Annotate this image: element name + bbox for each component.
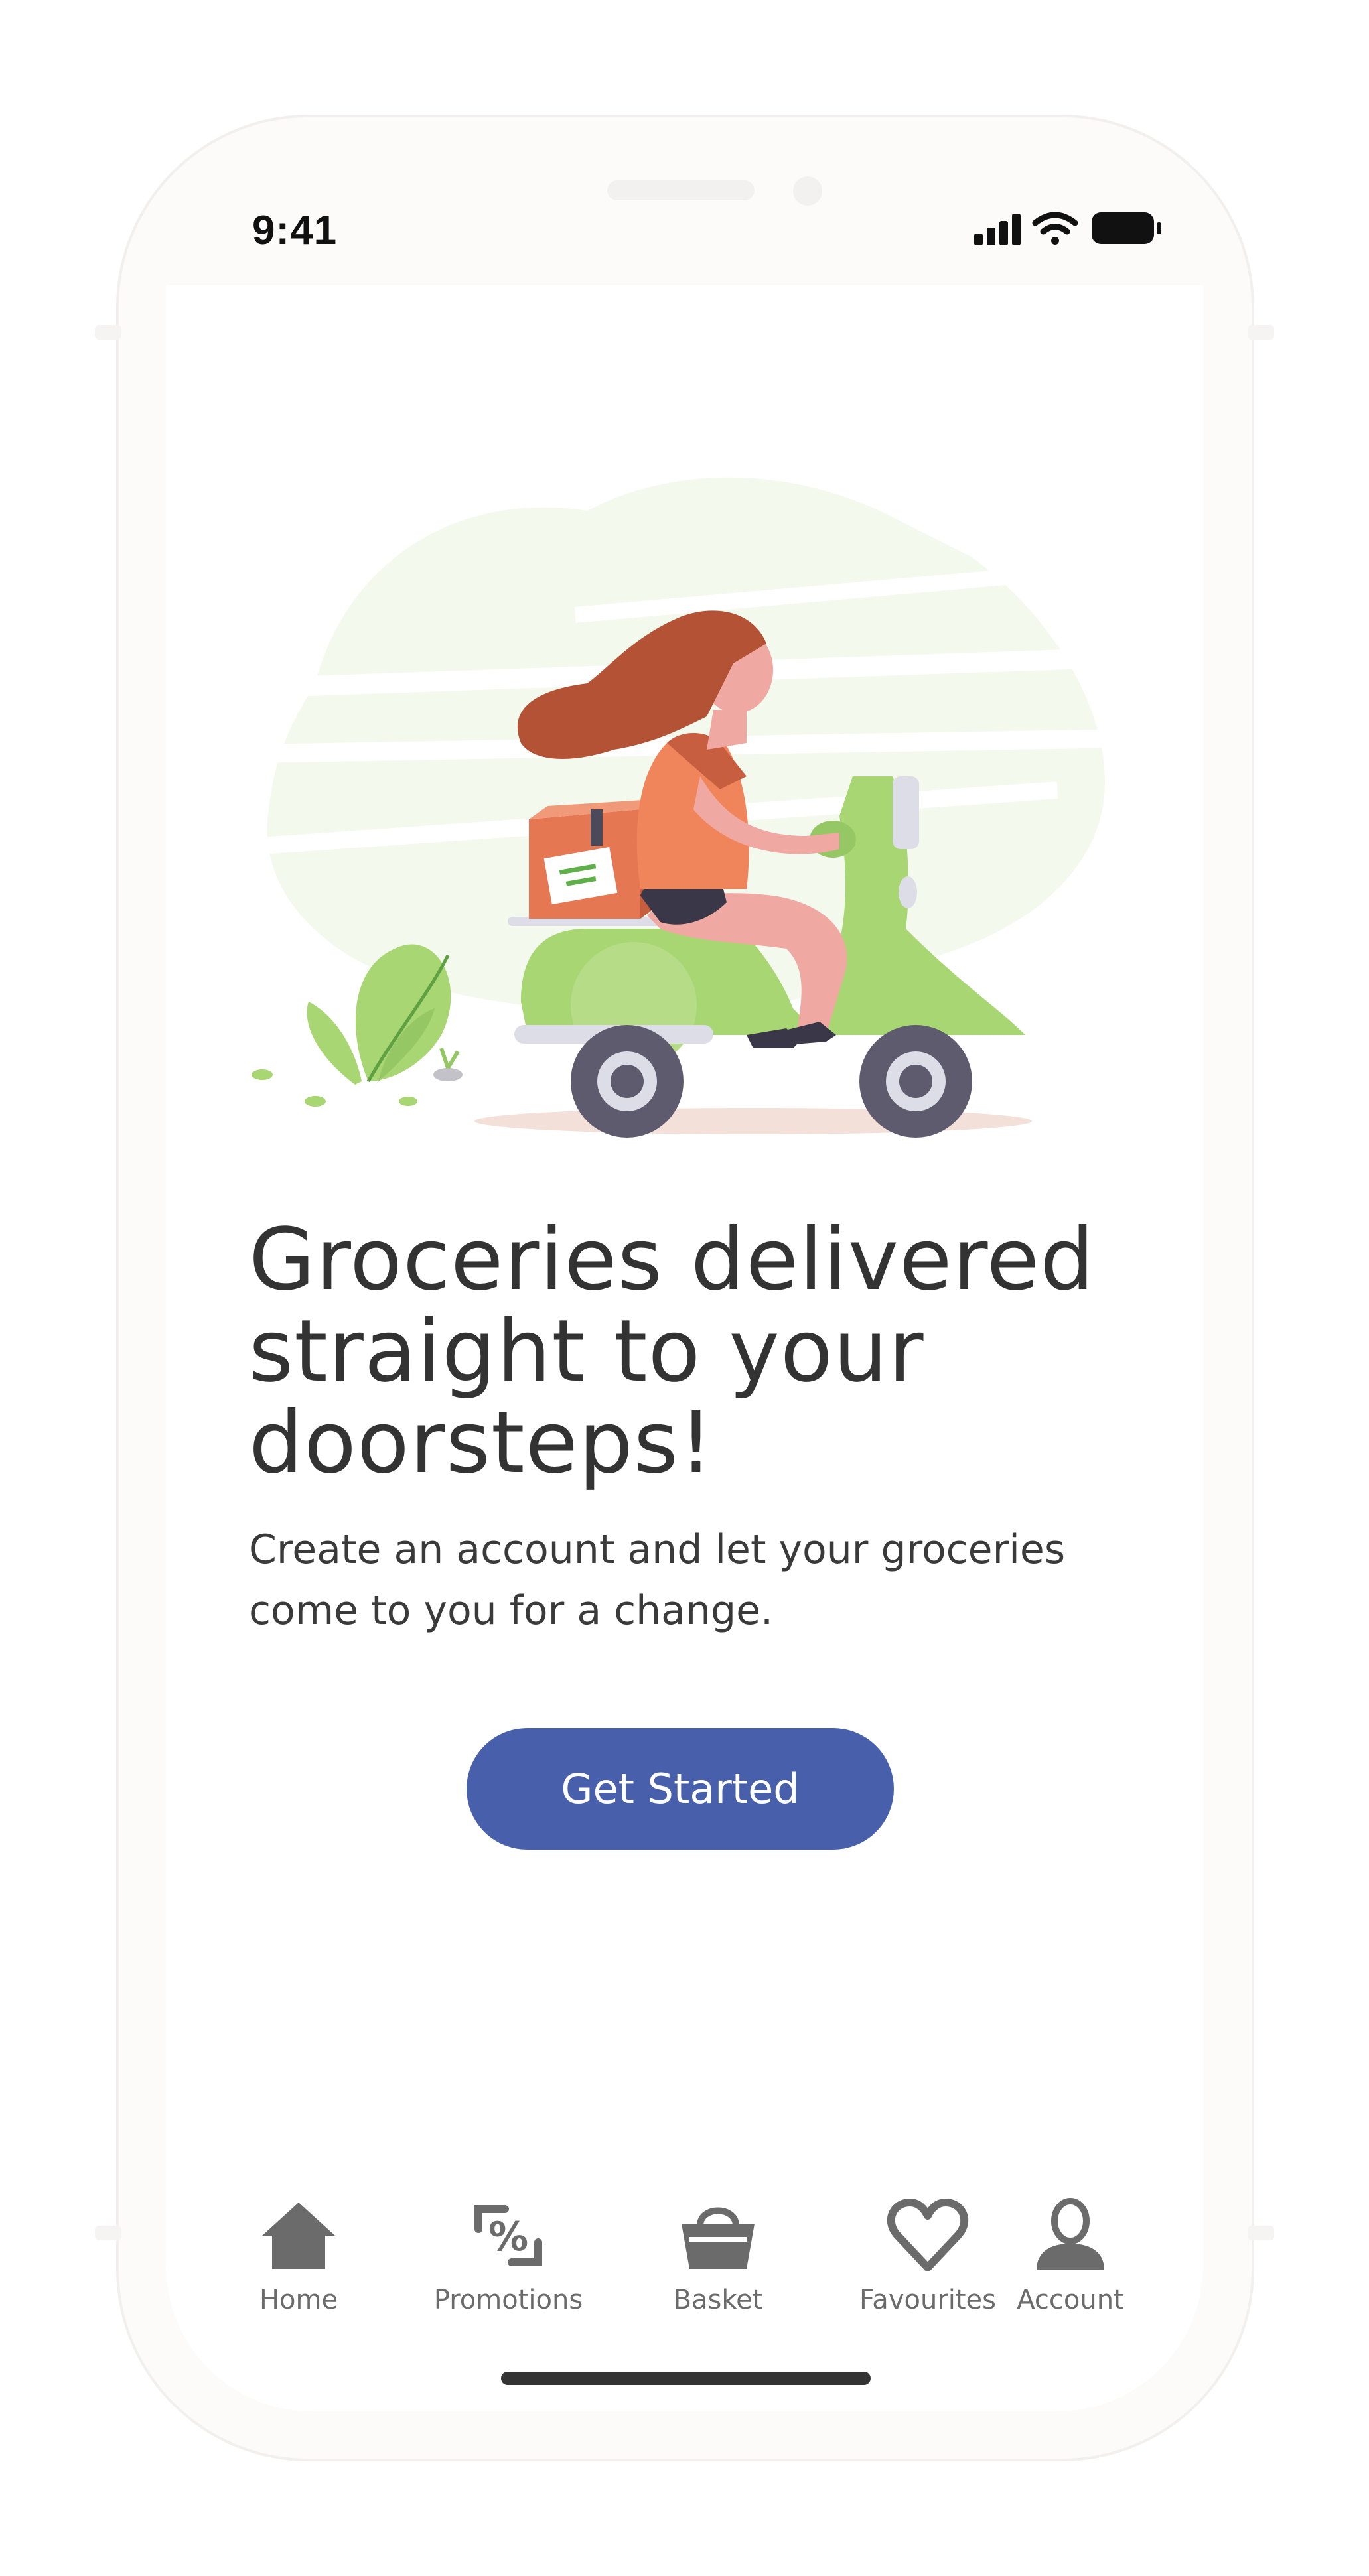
subtext: Create an account and let your groceries… xyxy=(249,1519,1112,1641)
status-time: 9:41 xyxy=(252,208,338,253)
svg-text:%: % xyxy=(488,2214,528,2260)
tab-basket[interactable]: Basket xyxy=(618,2196,818,2329)
heart-icon xyxy=(887,2199,969,2271)
delivery-box xyxy=(529,799,654,919)
subtext-line: come to you for a change. xyxy=(249,1588,774,1634)
phone-side-button xyxy=(95,2226,121,2240)
headline-line: doorsteps! xyxy=(249,1393,714,1493)
phone-side-button xyxy=(95,325,121,340)
home-indicator xyxy=(501,2372,871,2385)
tab-label: Home xyxy=(259,2285,338,2315)
tab-home[interactable]: Home xyxy=(199,2196,398,2329)
phone-speaker xyxy=(607,180,755,200)
headline: Groceries delivered straight to your doo… xyxy=(249,1214,1165,1489)
plant-illustration xyxy=(252,944,463,1107)
get-started-button[interactable]: Get Started xyxy=(467,1728,894,1850)
headline-line: straight to your xyxy=(249,1302,924,1401)
tab-label: Promotions xyxy=(433,2285,583,2315)
tab-label: Basket xyxy=(673,2285,763,2315)
phone-camera xyxy=(793,176,822,206)
home-icon xyxy=(262,2203,335,2269)
basket-icon xyxy=(682,2207,755,2269)
status-icons xyxy=(974,212,1161,245)
wifi-icon xyxy=(1032,212,1078,245)
phone-side-button xyxy=(1248,2226,1274,2240)
tab-account[interactable]: Account xyxy=(971,2196,1170,2329)
tab-bar: Home % Promotions Basket Favourites Acco… xyxy=(199,2196,1170,2329)
promotions-icon: % xyxy=(474,2205,542,2266)
battery-icon xyxy=(1092,212,1161,244)
delivery-scooter-illustration xyxy=(252,477,1125,1138)
account-icon xyxy=(1037,2198,1104,2270)
subtext-line: Create an account and let your groceries xyxy=(249,1526,1066,1573)
tab-label: Account xyxy=(1017,2285,1124,2315)
phone-side-button xyxy=(1248,325,1274,340)
headline-line: Groceries delivered xyxy=(249,1210,1095,1310)
cellular-signal-icon xyxy=(974,214,1021,245)
tab-promotions[interactable]: % Promotions xyxy=(409,2196,608,2329)
